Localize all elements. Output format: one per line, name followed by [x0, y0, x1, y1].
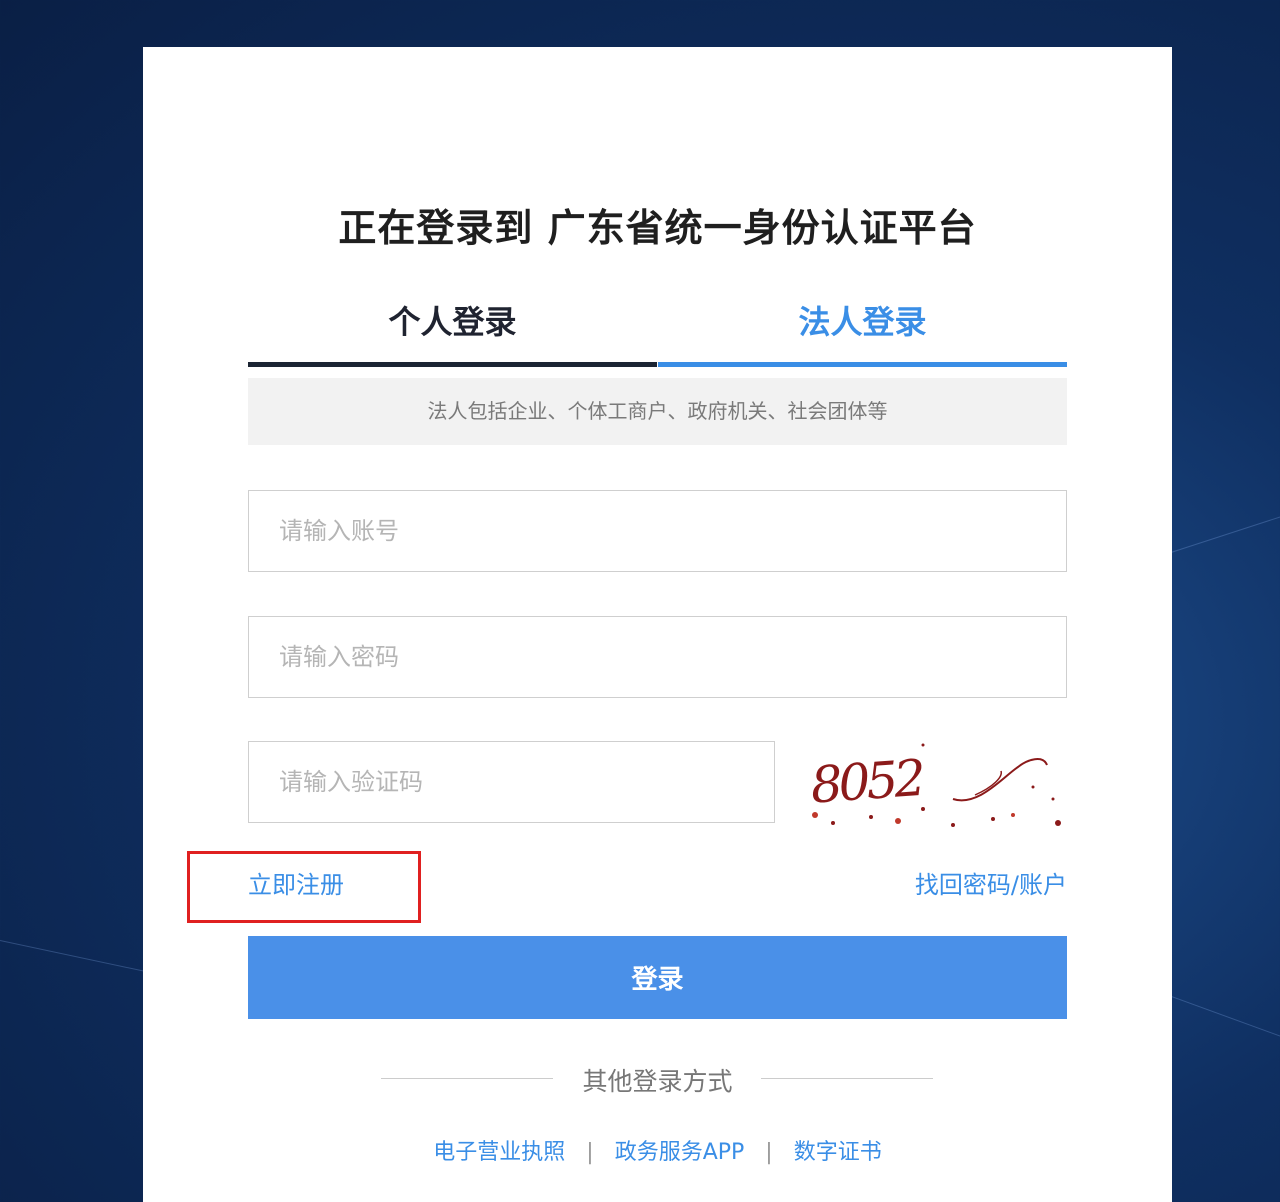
tab-legal-login[interactable]: 法人登录	[658, 287, 1067, 367]
captcha-text: 8052	[809, 749, 925, 815]
account-input[interactable]	[248, 490, 1067, 572]
login-tabs: 个人登录 法人登录	[248, 287, 1067, 367]
login-button[interactable]: 登录	[248, 936, 1067, 1019]
register-link[interactable]: 立即注册	[248, 865, 344, 900]
gov-service-app-login-link[interactable]: 政务服务APP	[615, 1140, 745, 1165]
divider-right	[761, 1078, 933, 1079]
forgot-password-link[interactable]: 找回密码/账户	[915, 865, 1067, 900]
separator: |	[765, 1140, 773, 1165]
page-title: 正在登录到 广东省统一身份认证平台	[338, 206, 977, 250]
other-login-label: 其他登录方式	[582, 1067, 733, 1096]
tab-personal-login[interactable]: 个人登录	[248, 287, 657, 367]
password-input[interactable]	[248, 616, 1067, 698]
digital-certificate-login-link[interactable]: 数字证书	[794, 1140, 882, 1165]
captcha-image[interactable]: 8052	[803, 737, 1068, 832]
separator: |	[586, 1140, 594, 1165]
business-license-login-link[interactable]: 电子营业执照	[433, 1140, 565, 1165]
login-card: 正在登录到 广东省统一身份认证平台 个人登录 法人登录 法人包括企业、个体工商户…	[143, 47, 1172, 1202]
captcha-input[interactable]	[248, 741, 775, 823]
legal-person-hint: 法人包括企业、个体工商户、政府机关、社会团体等	[248, 378, 1067, 445]
other-login-methods: 电子营业执照 | 政务服务APP | 数字证书	[143, 1134, 1172, 1166]
